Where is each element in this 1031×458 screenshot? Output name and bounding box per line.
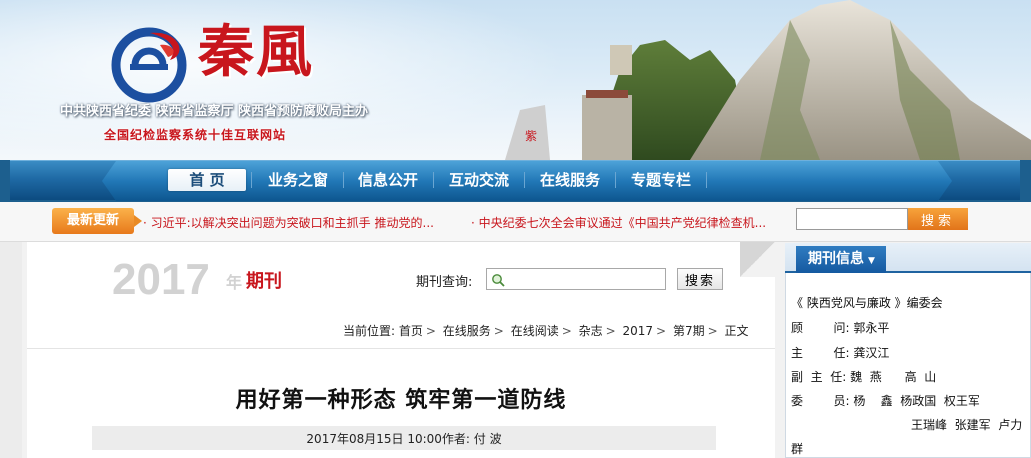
panel-tab-label: 期刊信息 [808,251,864,267]
nav-item-business[interactable]: 业务之窗 [258,169,338,191]
panel-line-advisor: 顾 问: 郭永平 [791,321,890,335]
mountain-scenery-image: 紫 [505,0,1031,160]
qinfeng-logo-icon [111,27,187,103]
news-ticker-item[interactable]: · 中央纪委七次全会审议通过《中国共产党纪律检查机... [471,214,766,231]
breadcrumb-separator: > [707,324,718,338]
nav-divider [524,172,525,188]
content-divider [27,348,775,349]
panel-line-director: 主 任: 龚汉江 [791,346,890,360]
panel-line-members-cont: 群 [791,442,804,456]
breadcrumb-item-current: 正文 [724,324,749,338]
nav-item-home[interactable]: 首 页 [168,169,246,191]
latest-updates-badge: 最新更新 [52,208,142,234]
journal-search-button[interactable]: 搜索 [677,268,723,290]
site-logo-text[interactable]: 秦風 [198,12,314,92]
svg-text:紫: 紫 [525,129,537,143]
nav-divider [251,172,252,188]
left-border-decoration [0,242,22,458]
breadcrumb-separator: > [605,324,616,338]
sponsor-text: 中共陕西省纪委 陕西省监察厅 陕西省预防腐败局主办 [60,104,369,119]
search-icon [492,274,505,287]
article-title: 用好第一种形态 筑牢第一道防线 [235,388,567,413]
panel-tab-journal-info[interactable]: 期刊信息 ▼ [796,246,886,273]
breadcrumb-item[interactable]: 在线阅读 [511,324,559,338]
nav-divider [433,172,434,188]
breadcrumb-separator: > [493,324,504,338]
nav-item-topics[interactable]: 专题专栏 [622,169,700,191]
page-corner-decoration [740,242,775,277]
nav-item-interaction[interactable]: 互动交流 [440,169,518,191]
journal-query-input[interactable] [486,268,666,290]
nav-divider [615,172,616,188]
breadcrumb-separator: > [425,324,436,338]
nav-item-online-service[interactable]: 在线服务 [531,169,609,191]
breadcrumb-item[interactable]: 杂志 [579,324,603,338]
site-search-input[interactable] [796,208,908,230]
nav-item-info-disclosure[interactable]: 信息公开 [350,169,426,191]
breadcrumb-prefix: 当前位置: [343,324,396,338]
journal-heading: 期刊 [246,271,282,292]
breadcrumb-item[interactable]: 第7期 [673,324,705,338]
breadcrumb-separator: > [561,324,572,338]
journal-query-label: 期刊查询: [416,275,473,290]
editorial-board-title: 《 陕西党风与廉政 》编委会 [791,296,943,310]
news-ticker-text[interactable]: 习近平:以解决突出问题为突破口和主抓手 推动党的... [151,216,434,230]
breadcrumb-item-home[interactable]: 首页 [399,324,423,338]
journal-year: 2017 [112,255,210,304]
nav-divider [343,172,344,188]
breadcrumb-separator: > [656,324,667,338]
award-text: 全国纪检监察系统十佳互联网站 [104,128,287,142]
breadcrumb-item[interactable]: 2017 [623,324,654,338]
nav-divider [706,172,707,188]
news-ticker-item[interactable]: · 习近平:以解决突出问题为突破口和主抓手 推动党的... [143,214,434,231]
journal-year-unit: 年 [226,273,243,292]
breadcrumb: 当前位置: 首页 > 在线服务 > 在线阅读 > 杂志 > 2017 > 第7期 > 正文 [343,322,748,339]
panel-line-deputy-director: 副 主 任: 魏 燕 高 山 [791,370,937,384]
news-ticker-text[interactable]: 中央纪委七次全会审议通过《中国共产党纪律检查机... [479,216,766,230]
panel-line-members-cont: 王瑞峰 张建军 卢力 [911,418,1023,432]
chevron-down-icon: ▼ [868,256,875,266]
site-banner: 紫 秦風 中共陕西省纪委 陕西省监察厅 陕西省预防腐败局主办 全国纪检监察系统十… [0,0,1031,160]
site-search-button[interactable]: 搜索 [908,208,968,230]
article-meta: 2017年08月15日 10:00作者: 付 波 [306,432,502,446]
breadcrumb-item[interactable]: 在线服务 [443,324,491,338]
panel-line-members: 委 员: 杨 鑫 杨政国 权王军 [791,394,980,408]
